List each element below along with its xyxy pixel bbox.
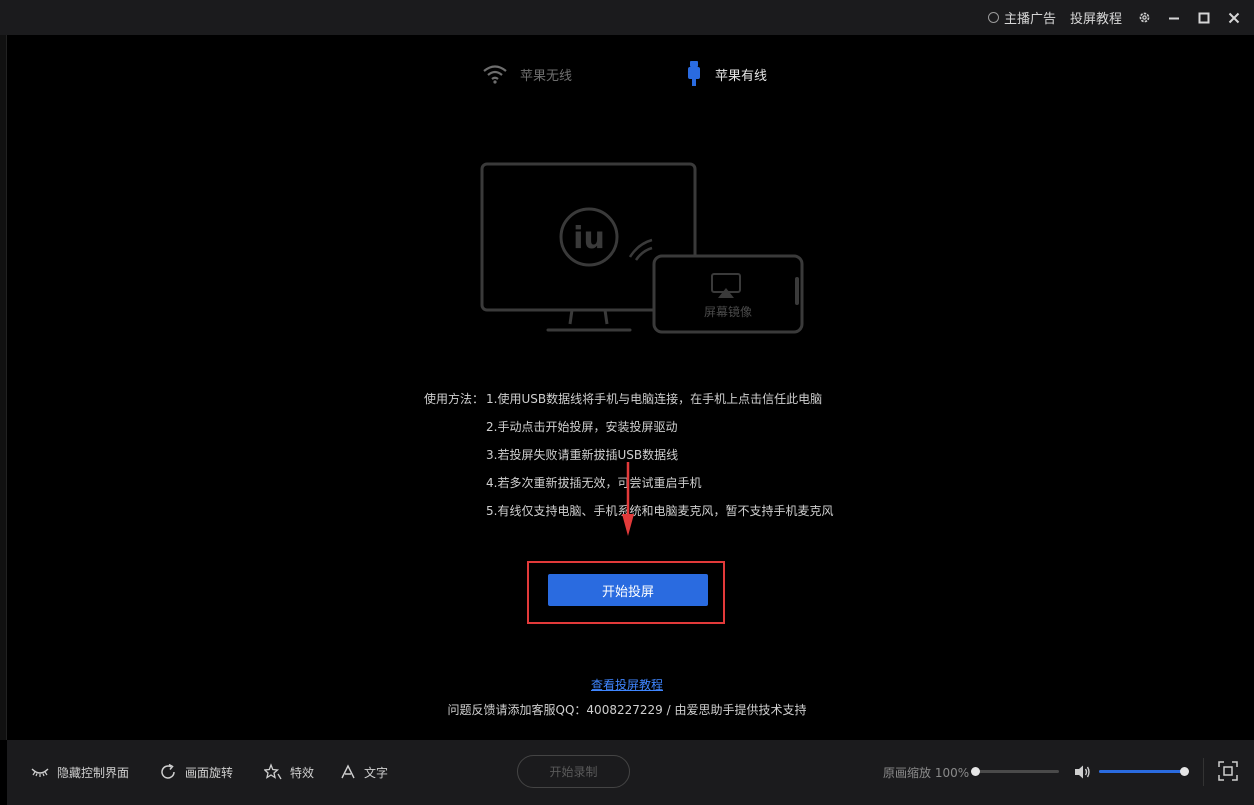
start-mirroring-button[interactable]: 开始投屏 bbox=[548, 574, 708, 606]
fullscreen-icon[interactable] bbox=[1218, 761, 1238, 781]
instruction-step: 4.若多次重新拔插无效，可尝试重启手机 bbox=[486, 476, 702, 490]
tab-label: 苹果无线 bbox=[520, 68, 573, 84]
eye-closed-icon bbox=[31, 768, 49, 777]
hide-controls-button[interactable]: 隐藏控制界面 bbox=[31, 762, 129, 782]
instruction-step: 2.手动点击开始投屏，安装投屏驱动 bbox=[486, 420, 678, 434]
usb-plug-icon bbox=[688, 61, 700, 86]
instruction-step: 3.若投屏失败请重新拔插USB数据线 bbox=[486, 448, 679, 462]
effects-label: 特效 bbox=[290, 765, 315, 780]
settings-gear-icon[interactable] bbox=[1136, 10, 1152, 26]
instruction-step: 5.有线仅支持电脑、手机系统和电脑麦克风，暂不支持手机麦克风 bbox=[486, 504, 834, 518]
volume-slider[interactable] bbox=[1099, 767, 1189, 776]
left-edge bbox=[0, 35, 7, 740]
sparkle-star-icon bbox=[264, 763, 282, 780]
volume-icon[interactable] bbox=[1074, 764, 1092, 780]
zoom-slider-knob[interactable] bbox=[971, 767, 980, 776]
zoom-slider[interactable] bbox=[971, 767, 1059, 776]
text-a-icon bbox=[341, 764, 355, 779]
titlebar-actions: 主播广告 投屏教程 bbox=[987, 0, 1242, 35]
effects-button[interactable]: 特效 bbox=[264, 762, 314, 782]
instructions-steps: 1.使用USB数据线将手机与电脑连接，在手机上点击信任此电脑 2.手动点击开始投… bbox=[486, 385, 833, 525]
instruction-step: 1.使用USB数据线将手机与电脑连接，在手机上点击信任此电脑 bbox=[486, 392, 823, 406]
tab-label: 苹果有线 bbox=[715, 68, 768, 84]
anchor-ad-toggle[interactable]: 主播广告 bbox=[987, 8, 1056, 27]
volume-slider-knob[interactable] bbox=[1180, 767, 1189, 776]
close-icon[interactable] bbox=[1226, 10, 1242, 26]
hide-controls-label: 隐藏控制界面 bbox=[57, 765, 130, 780]
tab-apple-wired[interactable]: 苹果有线 bbox=[685, 58, 767, 90]
connection-tabs: 苹果无线 苹果有线 bbox=[482, 58, 767, 90]
instructions-label: 使用方法： bbox=[424, 392, 485, 406]
zoom-label: 原画缩放 100% bbox=[883, 766, 970, 780]
red-arrow-annotation bbox=[622, 462, 634, 536]
tab-apple-wireless[interactable]: 苹果无线 bbox=[482, 58, 685, 90]
text-button[interactable]: 文字 bbox=[340, 762, 388, 782]
rotate-icon bbox=[161, 763, 175, 779]
mirroring-caption: 屏幕镜像 bbox=[703, 305, 752, 319]
bottom-control-bar: 隐藏控制界面 画面旋转 特效 文字 开始录制 原画缩放 100% bbox=[7, 740, 1254, 805]
rotate-label: 画面旋转 bbox=[185, 765, 234, 780]
wifi-icon bbox=[483, 65, 507, 84]
volume-fill bbox=[1099, 770, 1185, 773]
radio-circle-icon bbox=[987, 12, 999, 23]
start-recording-button[interactable]: 开始录制 bbox=[517, 755, 630, 788]
minimize-icon[interactable] bbox=[1166, 10, 1182, 26]
text-label: 文字 bbox=[364, 765, 389, 780]
brand-logo: iu bbox=[573, 221, 605, 256]
support-text: 问题反馈请添加客服QQ：4008227229 / 由爱思助手提供技术支持 bbox=[447, 703, 807, 717]
rotate-button[interactable]: 画面旋转 bbox=[159, 762, 233, 782]
tutorial-link-top[interactable]: 投屏教程 bbox=[1070, 8, 1122, 27]
anchor-ad-label: 主播广告 bbox=[1003, 12, 1056, 27]
divider bbox=[1203, 758, 1204, 786]
maximize-icon[interactable] bbox=[1196, 10, 1212, 26]
view-tutorial-link[interactable]: 查看投屏教程 bbox=[0, 676, 1254, 693]
title-bar: 主播广告 投屏教程 bbox=[0, 0, 1254, 35]
